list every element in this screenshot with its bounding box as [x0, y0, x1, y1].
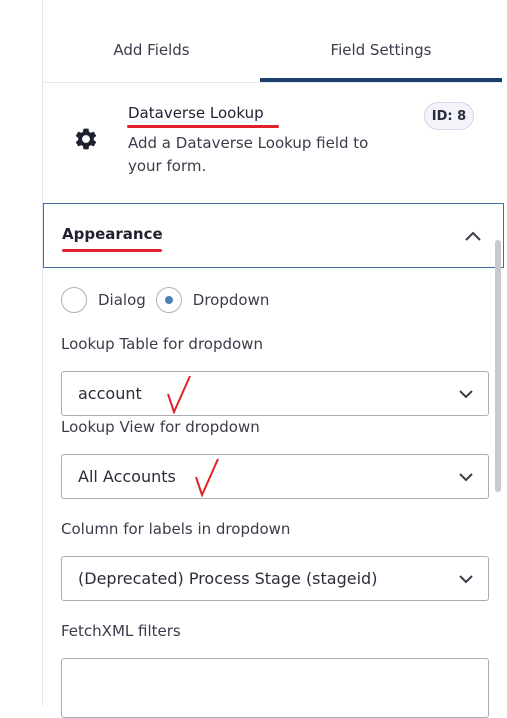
annotation-underline — [127, 125, 279, 128]
field-description: Add a Dataverse Lookup field to your for… — [128, 134, 369, 175]
chevron-down-icon — [459, 390, 473, 399]
lookup-table-select[interactable]: account — [61, 371, 489, 416]
radio-dropdown[interactable] — [155, 287, 182, 313]
gear-icon — [75, 128, 97, 150]
scrollbar-thumb[interactable] — [495, 240, 501, 492]
fetchxml-label: FetchXML filters — [61, 622, 181, 640]
tab-add-fields[interactable]: Add Fields — [43, 41, 260, 81]
radio-dialog[interactable] — [61, 287, 87, 313]
lookup-table-label: Lookup Table for dropdown — [61, 335, 263, 353]
radio-dropdown-label: Dropdown — [192, 291, 270, 309]
lookup-view-select[interactable]: All Accounts — [61, 454, 489, 499]
section-title: Appearance — [62, 225, 163, 243]
chevron-up-icon[interactable] — [462, 228, 484, 244]
field-title: Dataverse Lookup — [128, 104, 264, 122]
lookup-view-value: All Accounts — [78, 467, 176, 486]
fetchxml-textarea[interactable] — [61, 658, 489, 718]
radio-dialog-label: Dialog — [98, 291, 146, 309]
annotation-checkmark — [167, 375, 191, 414]
annotation-underline — [62, 249, 162, 252]
field-header: Dataverse Lookup Add a Dataverse Lookup … — [43, 82, 502, 202]
chevron-down-icon — [459, 473, 473, 482]
label-column-value: (Deprecated) Process Stage (stageid) — [78, 569, 378, 588]
tab-bar: Add Fields Field Settings — [43, 0, 502, 83]
tab-field-settings[interactable]: Field Settings — [260, 41, 502, 81]
field-id-badge: ID: 8 — [424, 102, 474, 130]
field-settings-panel: Add Fields Field Settings Dataverse Look… — [42, 0, 504, 718]
display-mode-radio-group: Dialog Dropdown — [61, 286, 279, 314]
label-column-label: Column for labels in dropdown — [61, 520, 291, 538]
label-column-select[interactable]: (Deprecated) Process Stage (stageid) — [61, 556, 489, 601]
lookup-table-value: account — [78, 384, 142, 403]
appearance-section-header[interactable]: Appearance — [43, 203, 504, 268]
annotation-checkmark — [195, 458, 219, 497]
lookup-view-label: Lookup View for dropdown — [61, 418, 260, 436]
chevron-down-icon — [459, 575, 473, 584]
